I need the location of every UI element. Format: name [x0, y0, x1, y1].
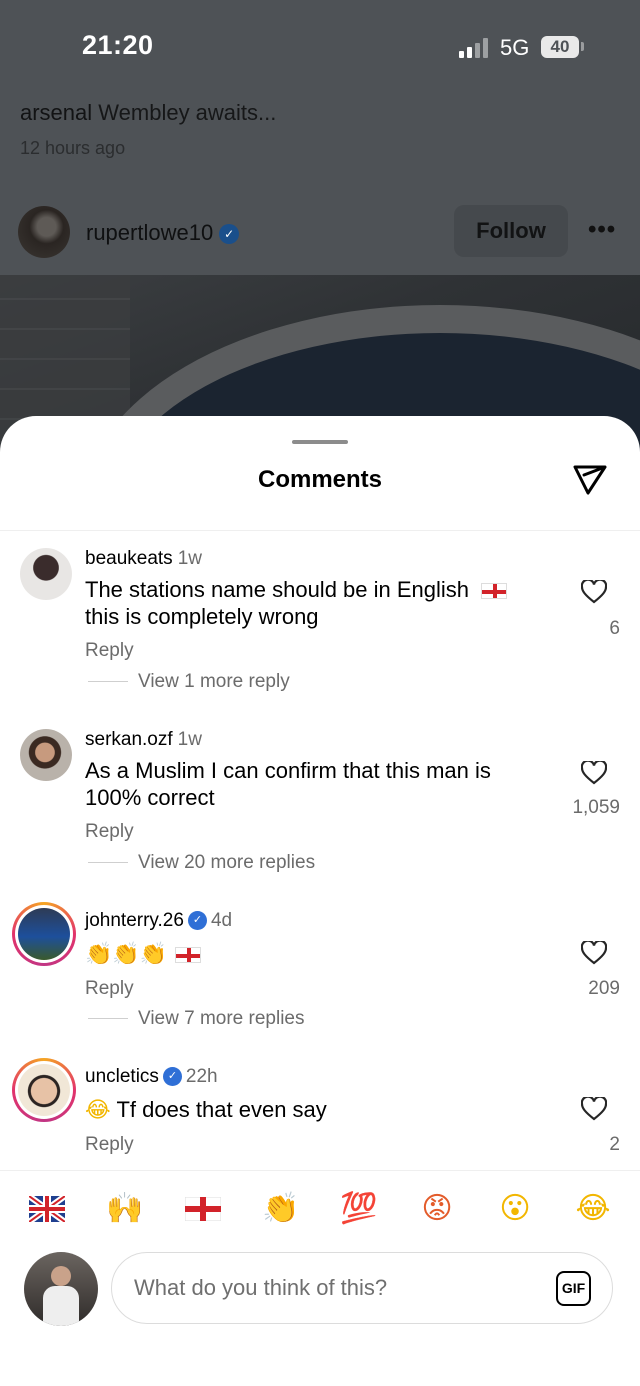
comment-avatar[interactable] — [20, 548, 72, 600]
surprised-face-icon[interactable]: 😮 — [494, 1188, 536, 1230]
comment-username[interactable]: beaukeats — [85, 548, 173, 569]
comment-username[interactable]: uncletics — [85, 1066, 159, 1087]
reply-button[interactable]: Reply — [85, 821, 134, 843]
comment-header: uncletics ✓ 22h — [85, 1066, 218, 1088]
hundred-points-icon[interactable]: 💯 — [338, 1188, 380, 1230]
comment-header: johnterry.26 ✓ 4d — [85, 910, 232, 932]
gif-button[interactable]: GIF — [556, 1271, 591, 1306]
post-header: rupertlowe10 ✓ Follow ••• — [0, 200, 640, 275]
caption-text: Wembley awaits... — [98, 100, 277, 125]
comment-input-placeholder: What do you think of this? — [134, 1275, 388, 1300]
verified-badge-icon: ✓ — [219, 224, 240, 245]
story-ring[interactable] — [12, 1058, 76, 1122]
view-more-replies[interactable]: View 1 more reply — [88, 671, 290, 693]
comment-age: 22h — [185, 1066, 218, 1087]
network-label: 5G — [500, 35, 530, 60]
status-bar: 21:20 5G 40 — [0, 0, 640, 90]
verified-badge-icon: ✓ — [187, 911, 207, 931]
caption-username[interactable]: arsenal — [20, 100, 92, 125]
comment-avatar[interactable] — [20, 729, 72, 781]
follow-button[interactable]: Follow — [454, 205, 568, 257]
heart-icon[interactable] — [581, 580, 607, 604]
like-count: 6 — [609, 618, 620, 639]
comment-age: 4d — [210, 910, 233, 931]
battery-icon: 40 — [541, 36, 579, 58]
post-caption: arsenal Wembley awaits... — [20, 100, 276, 126]
angry-face-icon[interactable]: 😡 — [416, 1188, 458, 1230]
comment-age: 1w — [177, 548, 202, 569]
story-ring[interactable] — [12, 902, 76, 966]
quick-reactions: 🙌 👏 💯 😡 😮 😂 — [0, 1182, 640, 1238]
post-background: 21:20 5G 40 arsenal Wembley awaits... 12… — [0, 0, 640, 480]
author-avatar[interactable] — [18, 206, 70, 258]
reply-button[interactable]: Reply — [85, 1134, 134, 1156]
author-username[interactable]: rupertlowe10 ✓ — [86, 220, 240, 246]
comment-header: beaukeats 1w — [85, 548, 202, 570]
author-name: rupertlowe10 — [86, 220, 214, 245]
like-count: 209 — [588, 978, 620, 999]
comment-text: 😂 Tf does that even say — [85, 1097, 327, 1123]
comment-avatar — [18, 908, 70, 960]
like-count: 1,059 — [572, 797, 620, 818]
comment-username[interactable]: serkan.ozf — [85, 729, 173, 750]
reply-button[interactable]: Reply — [85, 640, 134, 662]
england-flag-icon[interactable] — [182, 1188, 224, 1230]
sheet-title: Comments — [257, 466, 383, 493]
view-more-replies[interactable]: View 20 more replies — [88, 852, 315, 874]
status-time: 21:20 — [82, 30, 154, 60]
share-icon[interactable] — [571, 460, 609, 498]
view-more-replies[interactable]: View 7 more replies — [88, 1008, 305, 1030]
post-time: 12 hours ago — [20, 138, 126, 158]
signal-icon — [459, 38, 491, 58]
battery-tip — [581, 42, 584, 51]
raising-hands-icon[interactable]: 🙌 — [104, 1188, 146, 1230]
comment-input[interactable]: What do you think of this? GIF — [111, 1252, 613, 1324]
comment-avatar — [18, 1064, 70, 1116]
heart-icon[interactable] — [581, 941, 607, 965]
heart-icon[interactable] — [581, 761, 607, 785]
comment-text: 👏👏👏 — [85, 940, 545, 968]
current-user-avatar — [24, 1252, 98, 1326]
comment-item: uncletics ✓ 22h 😂 Tf does that even say Re… — [0, 1058, 640, 1166]
reply-button[interactable]: Reply — [85, 978, 134, 1000]
comment-item: beaukeats 1w The stations name should be … — [0, 548, 640, 698]
clapping-hands-icon[interactable]: 👏 — [260, 1188, 302, 1230]
like-count: 2 — [609, 1134, 620, 1155]
comment-age: 1w — [177, 729, 202, 750]
comment-item: johnterry.26 ✓ 4d 👏👏👏 Reply View 7 more re… — [0, 902, 640, 1035]
comment-text: As a Muslim I can confirm that this man … — [85, 758, 491, 810]
more-options-icon[interactable]: ••• — [588, 216, 616, 244]
verified-badge-icon: ✓ — [162, 1067, 182, 1087]
comment-username[interactable]: johnterry.26 — [85, 910, 184, 931]
heart-icon[interactable] — [581, 1097, 607, 1121]
comment-text: The stations name should be in English t… — [85, 576, 545, 630]
england-flag-icon — [481, 583, 508, 600]
tears-of-joy-icon: 😂 — [85, 1098, 111, 1123]
uk-flag-icon[interactable] — [26, 1188, 68, 1230]
tears-of-joy-icon[interactable]: 😂 — [572, 1188, 614, 1230]
england-flag-icon — [175, 947, 202, 964]
sheet-grabber[interactable] — [292, 440, 348, 444]
comment-header: serkan.ozf 1w — [85, 729, 202, 751]
comment-item: serkan.ozf 1w As a Muslim I can confirm t… — [0, 729, 640, 879]
